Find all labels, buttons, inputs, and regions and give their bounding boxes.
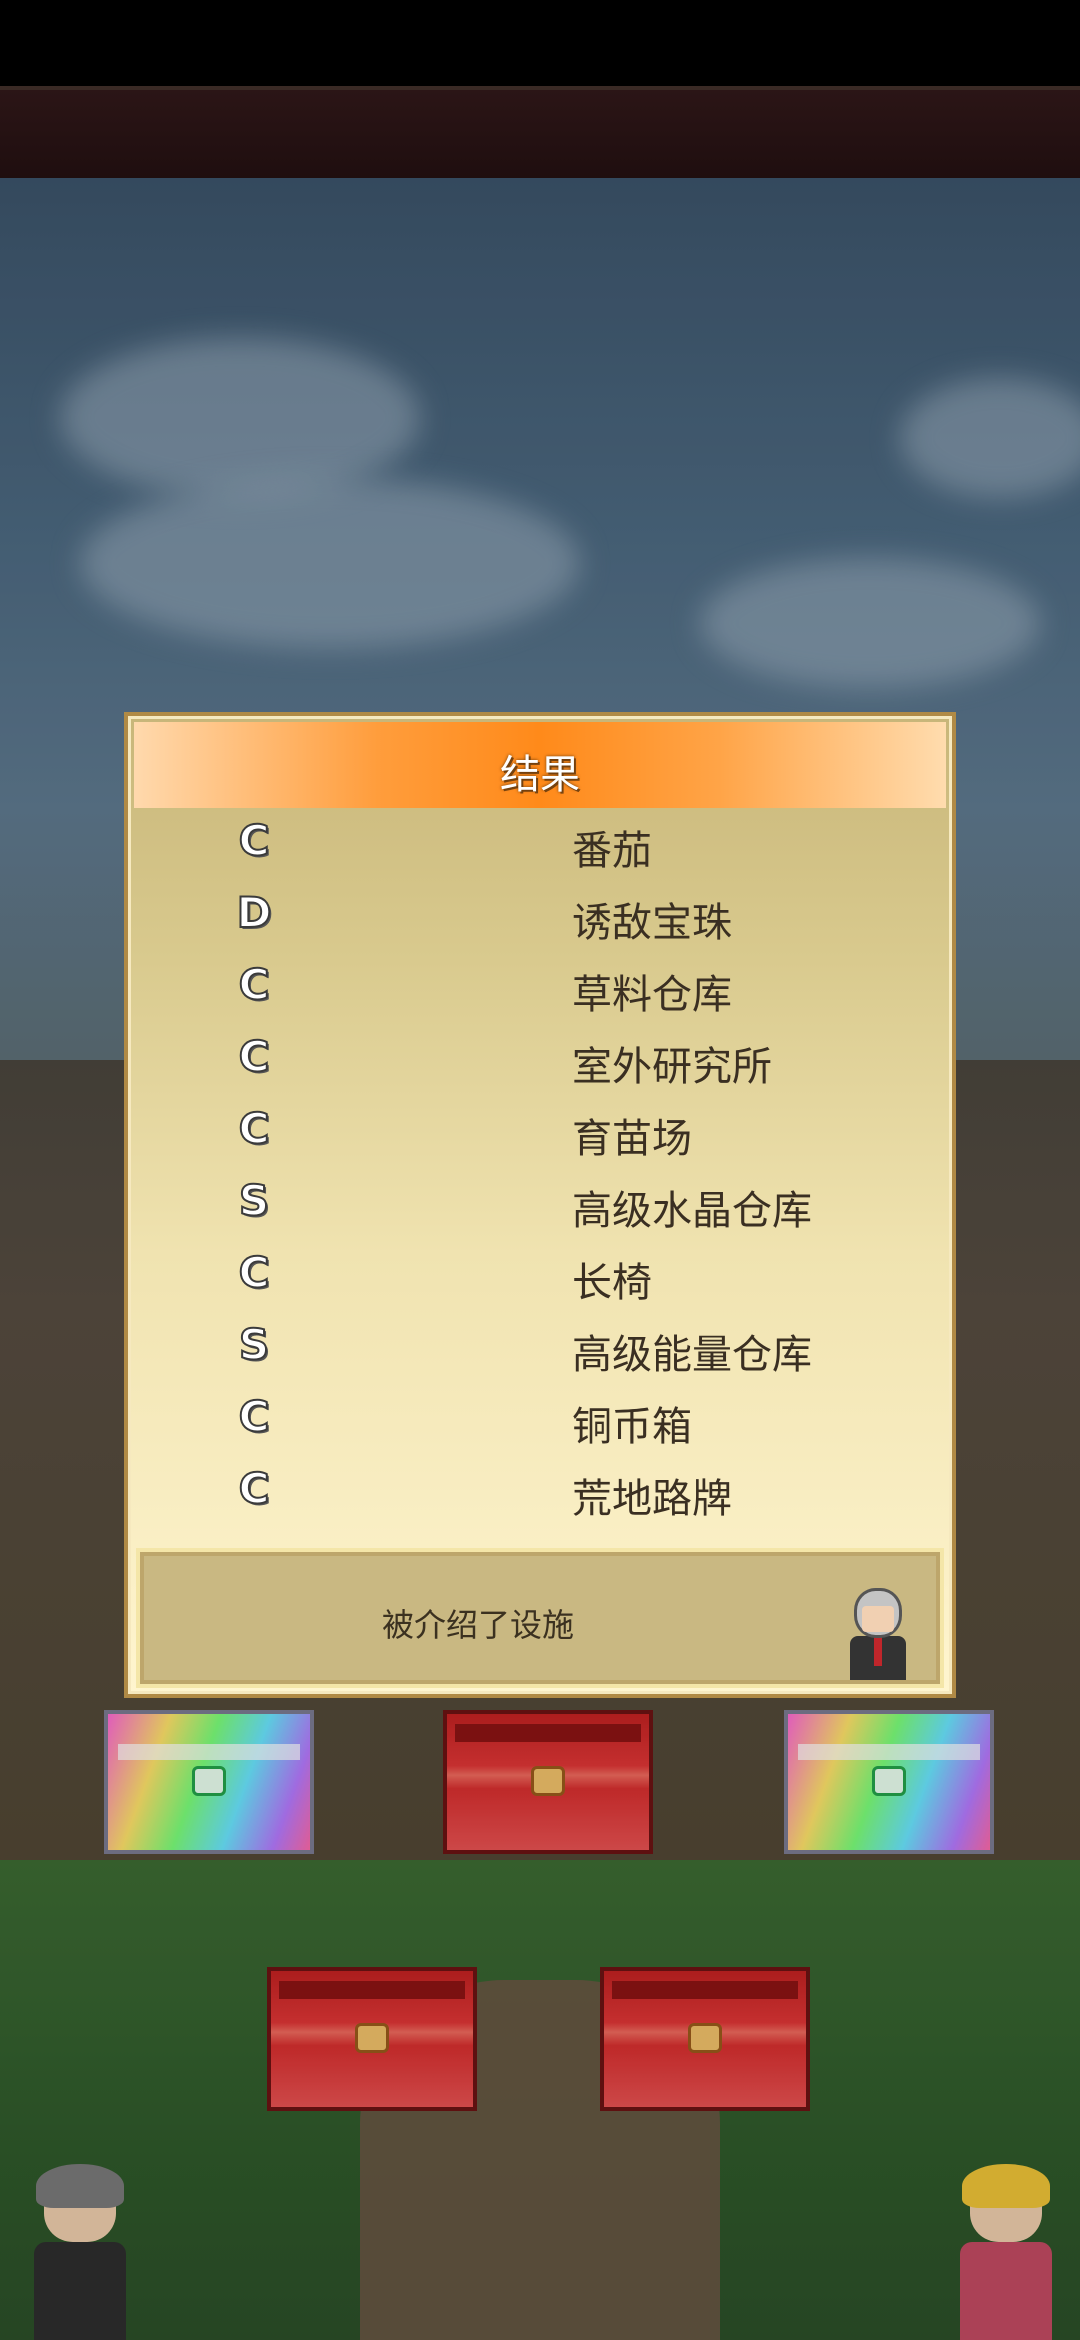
facility-name: 高级能量仓库 xyxy=(572,1332,812,1378)
result-row: C 铜币箱 xyxy=(128,1384,952,1456)
grade-label: C xyxy=(238,1031,271,1082)
grade-label: C xyxy=(238,959,271,1010)
message-text: 被介绍了设施 xyxy=(382,1606,575,1644)
result-row: C 荒地路牌 xyxy=(128,1456,952,1528)
dialog-header: 结果 xyxy=(134,722,946,808)
grade-label: D xyxy=(236,887,273,938)
result-row: C 育苗场 xyxy=(128,1096,952,1168)
result-row: S 高级水晶仓库 xyxy=(128,1168,952,1240)
grade-label: S xyxy=(238,1175,270,1226)
results-dialog: 结果 C 番茄 D 诱敌宝珠 C 草料仓库 C 室外研究所 C 育苗场 S 高级… xyxy=(124,712,956,1698)
facility-name: 室外研究所 xyxy=(572,1044,772,1090)
message-box[interactable]: 被介绍了设施 xyxy=(136,1548,944,1688)
facility-name: 荒地路牌 xyxy=(572,1476,732,1522)
dialog-title: 结果 xyxy=(500,752,580,798)
facility-name: 长椅 xyxy=(572,1260,652,1306)
facility-name: 诱敌宝珠 xyxy=(572,900,732,946)
results-list: C 番茄 D 诱敌宝珠 C 草料仓库 C 室外研究所 C 育苗场 S 高级水晶仓… xyxy=(128,808,952,1528)
grade-label: C xyxy=(238,1391,271,1442)
grade-label: C xyxy=(238,815,271,866)
result-row: C 室外研究所 xyxy=(128,1024,952,1096)
top-bar xyxy=(0,86,1080,178)
result-row: C 长椅 xyxy=(128,1240,952,1312)
result-row: D 诱敌宝珠 xyxy=(128,880,952,952)
status-bar xyxy=(0,0,1080,86)
grade-label: S xyxy=(238,1319,270,1370)
facility-name: 高级水晶仓库 xyxy=(572,1188,812,1234)
facility-name: 草料仓库 xyxy=(572,972,732,1018)
grade-label: C xyxy=(238,1103,271,1154)
gray-haired-advisor-icon xyxy=(846,1588,910,1680)
result-row: C 番茄 xyxy=(128,808,952,880)
grade-label: C xyxy=(238,1463,271,1514)
facility-name: 育苗场 xyxy=(572,1116,692,1162)
result-row: C 草料仓库 xyxy=(128,952,952,1024)
result-row: S 高级能量仓库 xyxy=(128,1312,952,1384)
facility-name: 铜币箱 xyxy=(572,1404,692,1450)
facility-name: 番茄 xyxy=(572,828,652,874)
grade-label: C xyxy=(238,1247,271,1298)
